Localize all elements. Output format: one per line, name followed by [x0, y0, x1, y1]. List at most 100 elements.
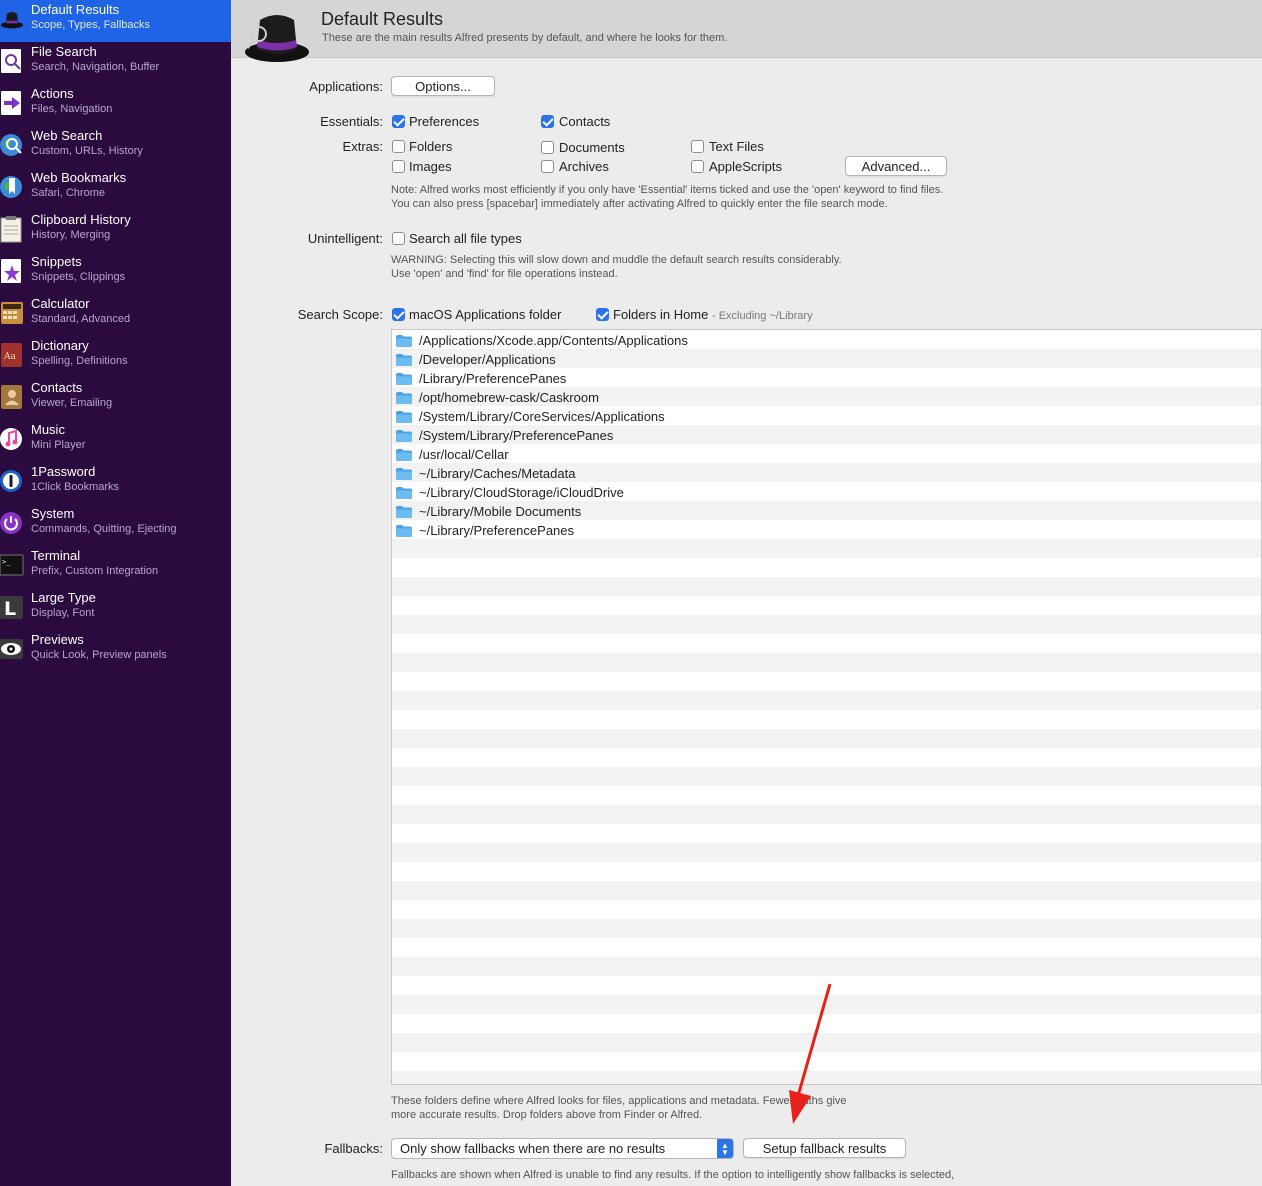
- applications-options-button[interactable]: Options...: [391, 76, 495, 96]
- terminal-icon: >_: [0, 551, 24, 579]
- arrow-right-icon: [0, 89, 24, 117]
- eye-icon: [0, 635, 24, 663]
- folder-row[interactable]: /System/Library/PreferencePanes: [392, 427, 1261, 446]
- text-files-checkbox[interactable]: [691, 140, 704, 153]
- scope-note-line-2: more accurate results. Drop folders abov…: [391, 1109, 703, 1121]
- sidebar-item-title: 1Password: [31, 464, 96, 479]
- documents-checkbox-label: Documents: [559, 140, 625, 155]
- dictionary-icon: Aa: [0, 341, 24, 369]
- unintelligent-label: Unintelligent:: [307, 231, 383, 246]
- archives-checkbox[interactable]: [541, 160, 554, 173]
- sidebar-item-web-search[interactable]: Web Search Custom, URLs, History: [0, 126, 231, 168]
- sidebar-item-calculator[interactable]: Calculator Standard, Advanced: [0, 294, 231, 336]
- folder-row[interactable]: /Applications/Xcode.app/Contents/Applica…: [392, 332, 1261, 351]
- images-checkbox-label: Images: [409, 159, 452, 174]
- folders-checkbox[interactable]: [392, 140, 405, 153]
- sidebar-item-dictionary[interactable]: Aa Dictionary Spelling, Definitions: [0, 336, 231, 378]
- folder-row[interactable]: /Developer/Applications: [392, 351, 1261, 370]
- folders-in-home-text: Folders in Home: [613, 307, 709, 322]
- setup-fallback-results-button[interactable]: Setup fallback results: [743, 1138, 906, 1158]
- applescripts-checkbox[interactable]: [691, 160, 704, 173]
- page-title: Default Results: [321, 9, 444, 29]
- sidebar-item-contacts[interactable]: Contacts Viewer, Emailing: [0, 378, 231, 420]
- advanced-button[interactable]: Advanced...: [845, 156, 947, 176]
- svg-text:>_: >_: [2, 558, 11, 566]
- macos-applications-label: macOS Applications folder: [409, 307, 562, 322]
- sidebar-item-subtitle: Scope, Types, Fallbacks: [31, 19, 151, 31]
- folder-path: ~/Library/Mobile Documents: [419, 504, 582, 519]
- sidebar-item-previews[interactable]: Previews Quick Look, Preview panels: [0, 630, 231, 672]
- sidebar-item-title: Previews: [31, 632, 84, 647]
- folder-path: ~/Library/Caches/Metadata: [419, 466, 576, 481]
- sidebar-item-system[interactable]: System Commands, Quitting, Ejecting: [0, 504, 231, 546]
- folder-row[interactable]: ~/Library/Caches/Metadata: [392, 465, 1261, 484]
- search-scope-folder-list[interactable]: /Applications/Xcode.app/Contents/Applica…: [391, 329, 1262, 1085]
- sidebar-item-subtitle: Prefix, Custom Integration: [31, 565, 159, 577]
- folders-in-home-checkbox[interactable]: [596, 308, 609, 321]
- sidebar-item-title: Web Bookmarks: [31, 170, 127, 185]
- folder-icon: [396, 468, 412, 480]
- globe-bookmark-icon: [0, 173, 24, 201]
- sidebar-item-terminal[interactable]: >_ Terminal Prefix, Custom Integration: [0, 546, 231, 588]
- search-scope-label: Search Scope:: [297, 307, 383, 322]
- page-subtitle: These are the main results Alfred presen…: [322, 32, 728, 44]
- folder-row[interactable]: /Library/PreferencePanes: [392, 370, 1261, 389]
- folder-row[interactable]: ~/Library/PreferencePanes: [392, 522, 1261, 541]
- folder-path: /System/Library/CoreServices/Application…: [419, 409, 665, 424]
- sidebar-item-large-type[interactable]: L Large Type Display, Font: [0, 588, 231, 630]
- globe-search-icon: [0, 131, 24, 159]
- folder-icon: [396, 373, 412, 385]
- sidebar-item-title: Default Results: [31, 2, 120, 17]
- sidebar-item-title: Snippets: [31, 254, 82, 269]
- sidebar-item-title: Dictionary: [31, 338, 89, 353]
- sidebar-item-snippets[interactable]: Snippets Snippets, Clippings: [0, 252, 231, 294]
- folder-path: /System/Library/PreferencePanes: [419, 428, 614, 443]
- sidebar-item-title: File Search: [31, 44, 97, 59]
- folder-row[interactable]: ~/Library/Mobile Documents: [392, 503, 1261, 522]
- excluding-library-note: - Excluding ~/Library: [712, 310, 813, 322]
- sidebar-item-web-bookmarks[interactable]: Web Bookmarks Safari, Chrome: [0, 168, 231, 210]
- sidebar-item-file-search[interactable]: File Search Search, Navigation, Buffer: [0, 42, 231, 84]
- preferences-sidebar: Default Results Scope, Types, Fallbacks …: [0, 0, 231, 1186]
- search-all-file-types-checkbox[interactable]: [392, 232, 405, 245]
- folder-path: ~/Library/CloudStorage/iCloudDrive: [419, 485, 624, 500]
- main-panel: Default Results These are the main resul…: [231, 0, 1262, 1186]
- sidebar-item-title: Music: [31, 422, 65, 437]
- sidebar-item-default-results[interactable]: Default Results Scope, Types, Fallbacks: [0, 0, 231, 42]
- sidebar-item-music[interactable]: Music Mini Player: [0, 420, 231, 462]
- applescripts-checkbox-label: AppleScripts: [709, 159, 782, 174]
- calculator-icon: [0, 299, 24, 327]
- sidebar-item-actions[interactable]: Actions Files, Navigation: [0, 84, 231, 126]
- preferences-checkbox[interactable]: [392, 115, 405, 128]
- magnifier-document-icon: [0, 47, 24, 75]
- folder-row[interactable]: /usr/local/Cellar: [392, 446, 1261, 465]
- svg-text:L: L: [4, 598, 16, 620]
- folder-row[interactable]: /System/Library/CoreServices/Application…: [392, 408, 1261, 427]
- sidebar-item-subtitle: Quick Look, Preview panels: [31, 649, 167, 661]
- sidebar-item-clipboard-history[interactable]: Clipboard History History, Merging: [0, 210, 231, 252]
- archives-checkbox-label: Archives: [559, 159, 609, 174]
- folder-icon: [396, 487, 412, 499]
- essentials-label: Essentials:: [320, 114, 383, 129]
- sidebar-item-subtitle: Mini Player: [31, 439, 86, 451]
- images-checkbox[interactable]: [392, 160, 405, 173]
- contacts-checkbox[interactable]: [541, 115, 554, 128]
- folder-row[interactable]: ~/Library/CloudStorage/iCloudDrive: [392, 484, 1261, 503]
- unintelligent-warning-line-1: WARNING: Selecting this will slow down a…: [391, 254, 842, 266]
- macos-applications-checkbox[interactable]: [392, 308, 405, 321]
- annotation-arrow-icon: [789, 983, 832, 1124]
- sidebar-item-subtitle: 1Click Bookmarks: [31, 481, 120, 493]
- folder-path: /Developer/Applications: [419, 352, 556, 367]
- sidebar-item-subtitle: Files, Navigation: [31, 103, 113, 115]
- power-icon: [0, 509, 24, 537]
- documents-checkbox[interactable]: [541, 141, 554, 154]
- extras-note-line-2: You can also press [spacebar] immediatel…: [391, 198, 888, 210]
- folder-row[interactable]: /opt/homebrew-cask/Caskroom: [392, 389, 1261, 408]
- fallbacks-mode-select[interactable]: Only show fallbacks when there are no re…: [391, 1138, 734, 1159]
- clipboard-icon: [0, 215, 24, 243]
- folder-path: /Applications/Xcode.app/Contents/Applica…: [419, 333, 688, 348]
- folder-icon: [396, 392, 412, 404]
- chevron-updown-icon: ▲ ▼: [717, 1139, 733, 1158]
- search-all-file-types-label: Search all file types: [409, 231, 522, 246]
- sidebar-item-1password[interactable]: 1Password 1Click Bookmarks: [0, 462, 231, 504]
